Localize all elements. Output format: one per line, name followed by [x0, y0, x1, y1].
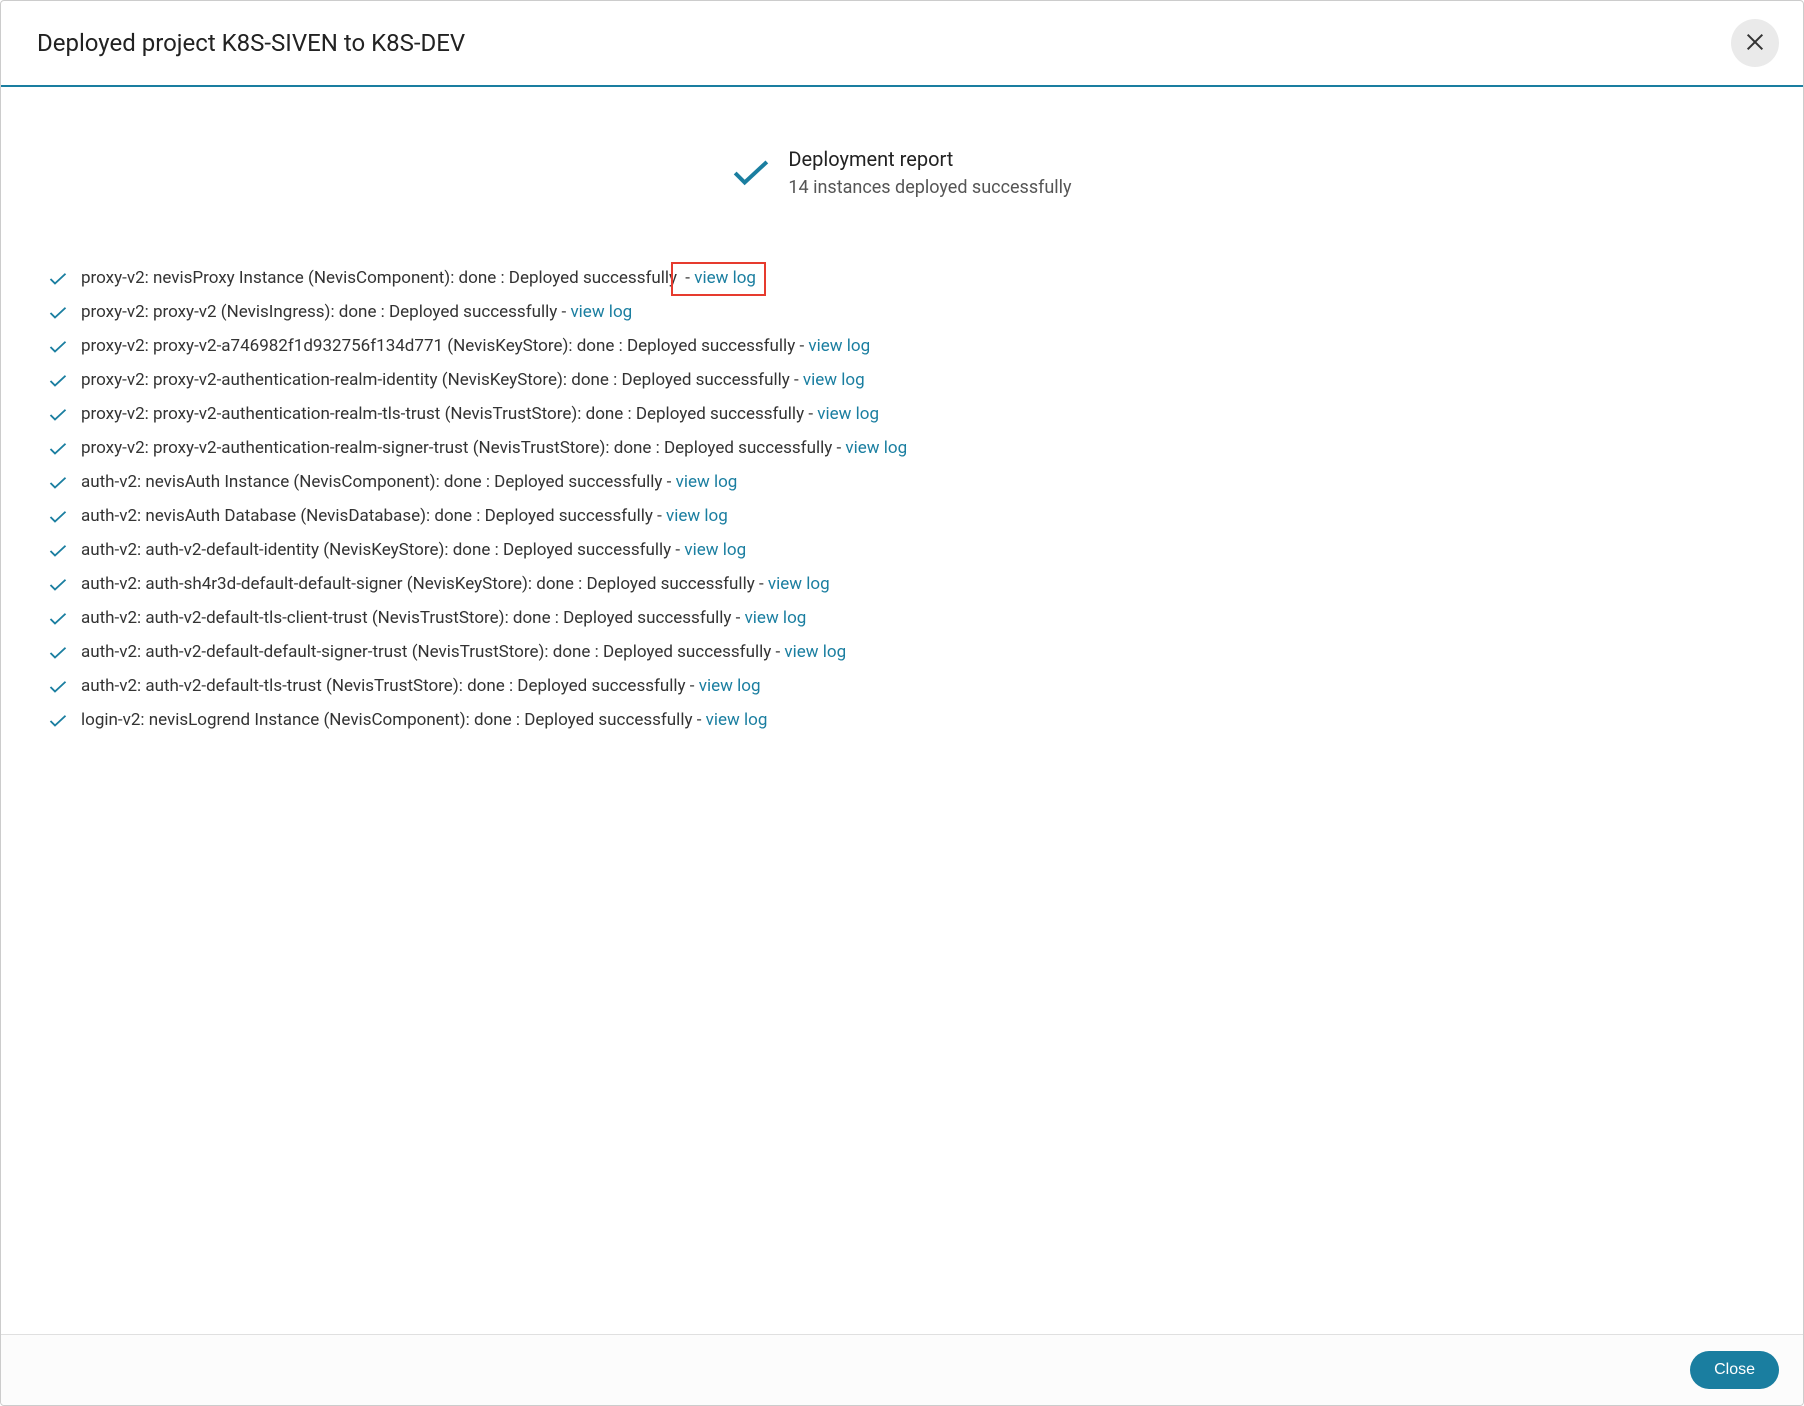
report-item-link-wrap: - view log	[557, 302, 632, 322]
report-item-link-wrap: - view log	[671, 262, 766, 296]
view-log-link[interactable]: view log	[845, 438, 907, 458]
report-item-text: proxy-v2: proxy-v2-authentication-realm-…	[81, 438, 907, 458]
report-item-message: auth-v2: auth-v2-default-tls-trust (Nevi…	[81, 676, 686, 696]
report-item-message: auth-v2: nevisAuth Instance (NevisCompon…	[81, 472, 662, 492]
report-item-message: proxy-v2: proxy-v2-authentication-realm-…	[81, 404, 804, 424]
report-item-link-wrap: - view log	[662, 472, 737, 492]
report-item-link-wrap: - view log	[771, 642, 846, 662]
view-log-link[interactable]: view log	[676, 472, 738, 492]
report-item-text: auth-v2: nevisAuth Instance (NevisCompon…	[81, 472, 737, 492]
view-log-link[interactable]: view log	[570, 302, 632, 322]
view-log-link[interactable]: view log	[817, 404, 879, 424]
report-subtitle: 14 instances deployed successfully	[788, 177, 1071, 198]
report-item-link-wrap: - view log	[804, 404, 879, 424]
check-icon	[49, 407, 67, 421]
report-item: auth-v2: nevisAuth Database (NevisDataba…	[49, 506, 1755, 526]
report-item-text: login-v2: nevisLogrend Instance (NevisCo…	[81, 710, 767, 730]
report-header: Deployment report 14 instances deployed …	[49, 147, 1755, 198]
check-icon	[49, 611, 67, 625]
check-icon	[49, 679, 67, 693]
report-item-link-wrap: - view log	[755, 574, 830, 594]
report-item-text: auth-v2: auth-sh4r3d-default-default-sig…	[81, 574, 830, 594]
report-item: auth-v2: auth-v2-default-tls-trust (Nevi…	[49, 676, 1755, 696]
check-icon	[49, 645, 67, 659]
report-item-text: proxy-v2: proxy-v2-authentication-realm-…	[81, 370, 865, 390]
report-item-text: auth-v2: auth-v2-default-default-signer-…	[81, 642, 846, 662]
report-item-link-wrap: - view log	[731, 608, 806, 628]
report-item: auth-v2: auth-v2-default-default-signer-…	[49, 642, 1755, 662]
view-log-link[interactable]: view log	[684, 540, 746, 560]
view-log-link[interactable]: view log	[694, 268, 756, 288]
report-item-link-wrap: - view log	[693, 710, 768, 730]
report-item-link-wrap: - view log	[790, 370, 865, 390]
close-button[interactable]: Close	[1690, 1351, 1779, 1389]
check-icon	[49, 305, 67, 319]
view-log-link[interactable]: view log	[808, 336, 870, 356]
report-item: proxy-v2: proxy-v2 (NevisIngress): done …	[49, 302, 1755, 322]
report-item-link-wrap: - view log	[653, 506, 728, 526]
check-icon	[49, 441, 67, 455]
check-icon	[49, 713, 67, 727]
report-item: auth-v2: auth-v2-default-identity (Nevis…	[49, 540, 1755, 560]
report-header-text: Deployment report 14 instances deployed …	[788, 147, 1071, 198]
view-log-link[interactable]: view log	[745, 608, 807, 628]
report-item-text: auth-v2: auth-v2-default-tls-trust (Nevi…	[81, 676, 760, 696]
check-icon	[49, 339, 67, 353]
close-icon	[1744, 31, 1766, 56]
report-item-text: proxy-v2: proxy-v2-a746982f1d932756f134d…	[81, 336, 870, 356]
check-icon	[49, 373, 67, 387]
report-item: auth-v2: auth-v2-default-tls-client-trus…	[49, 608, 1755, 628]
deployment-modal: Deployed project K8S-SIVEN to K8S-DEV De…	[0, 0, 1804, 1406]
report-item-message: auth-v2: auth-v2-default-default-signer-…	[81, 642, 771, 662]
check-icon	[49, 271, 67, 285]
report-item-text: proxy-v2: proxy-v2-authentication-realm-…	[81, 404, 879, 424]
check-icon	[49, 475, 67, 489]
report-item-message: auth-v2: nevisAuth Database (NevisDataba…	[81, 506, 653, 526]
report-title: Deployment report	[788, 147, 1071, 171]
report-item-text: auth-v2: auth-v2-default-identity (Nevis…	[81, 540, 746, 560]
view-log-link[interactable]: view log	[768, 574, 830, 594]
report-item: proxy-v2: proxy-v2-authentication-realm-…	[49, 404, 1755, 424]
report-item-text: auth-v2: auth-v2-default-tls-client-trus…	[81, 608, 806, 628]
modal-header: Deployed project K8S-SIVEN to K8S-DEV	[1, 1, 1803, 87]
report-item: proxy-v2: proxy-v2-a746982f1d932756f134d…	[49, 336, 1755, 356]
report-item-message: login-v2: nevisLogrend Instance (NevisCo…	[81, 710, 693, 730]
report-item-text: proxy-v2: nevisProxy Instance (NevisComp…	[81, 268, 766, 288]
report-item-link-wrap: - view log	[671, 540, 746, 560]
check-icon	[49, 509, 67, 523]
modal-footer: Close	[1, 1334, 1803, 1405]
view-log-link[interactable]: view log	[699, 676, 761, 696]
report-item-link-wrap: - view log	[795, 336, 870, 356]
report-item-link-wrap: - view log	[832, 438, 907, 458]
report-item-text: proxy-v2: proxy-v2 (NevisIngress): done …	[81, 302, 632, 322]
close-icon-button[interactable]	[1731, 19, 1779, 67]
report-item: proxy-v2: proxy-v2-authentication-realm-…	[49, 370, 1755, 390]
view-log-link[interactable]: view log	[706, 710, 768, 730]
report-item-message: proxy-v2: nevisProxy Instance (NevisComp…	[81, 268, 677, 288]
check-icon	[49, 577, 67, 591]
report-item-message: proxy-v2: proxy-v2 (NevisIngress): done …	[81, 302, 557, 322]
check-icon	[732, 158, 770, 188]
view-log-link[interactable]: view log	[803, 370, 865, 390]
report-item-message: proxy-v2: proxy-v2-a746982f1d932756f134d…	[81, 336, 795, 356]
check-icon	[49, 543, 67, 557]
report-item: auth-v2: nevisAuth Instance (NevisCompon…	[49, 472, 1755, 492]
report-item: proxy-v2: nevisProxy Instance (NevisComp…	[49, 268, 1755, 288]
report-item-link-wrap: - view log	[686, 676, 761, 696]
report-item: auth-v2: auth-sh4r3d-default-default-sig…	[49, 574, 1755, 594]
report-item-message: proxy-v2: proxy-v2-authentication-realm-…	[81, 370, 790, 390]
modal-title: Deployed project K8S-SIVEN to K8S-DEV	[37, 29, 465, 57]
report-item-text: auth-v2: nevisAuth Database (NevisDataba…	[81, 506, 728, 526]
report-item: login-v2: nevisLogrend Instance (NevisCo…	[49, 710, 1755, 730]
view-log-link[interactable]: view log	[784, 642, 846, 662]
report-list: proxy-v2: nevisProxy Instance (NevisComp…	[49, 268, 1755, 730]
report-item: proxy-v2: proxy-v2-authentication-realm-…	[49, 438, 1755, 458]
report-item-message: auth-v2: auth-sh4r3d-default-default-sig…	[81, 574, 755, 594]
report-item-message: proxy-v2: proxy-v2-authentication-realm-…	[81, 438, 832, 458]
report-item-message: auth-v2: auth-v2-default-identity (Nevis…	[81, 540, 671, 560]
report-item-message: auth-v2: auth-v2-default-tls-client-trus…	[81, 608, 731, 628]
modal-body: Deployment report 14 instances deployed …	[1, 87, 1803, 1334]
view-log-link[interactable]: view log	[666, 506, 728, 526]
